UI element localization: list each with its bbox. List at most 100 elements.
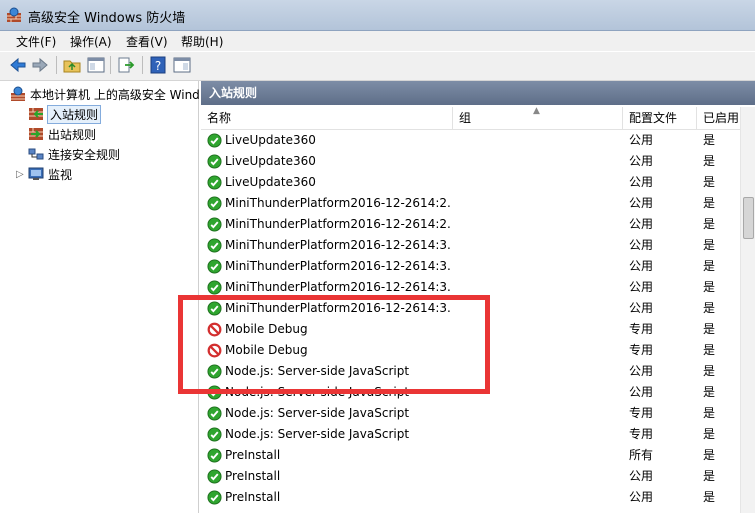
tree-item-outbound-rules[interactable]: 出站规则 [28, 125, 96, 143]
monitor-icon [28, 167, 44, 180]
table-row[interactable]: Node.js: Server-side JavaScript 公用 是 [201, 382, 741, 403]
rule-enabled: 是 [703, 175, 716, 189]
toolbar-separator [110, 56, 111, 74]
menu-view[interactable]: 查看(V) [126, 33, 168, 50]
rule-profile: 公用 [629, 238, 654, 252]
rule-enabled: 是 [703, 259, 716, 273]
table-row[interactable]: Mobile Debug 专用 是 [201, 340, 741, 361]
enabled-allow-icon [207, 490, 222, 505]
rule-profile: 专用 [629, 406, 654, 420]
table-row[interactable]: MiniThunderPlatform2016-12-2614:3... 公用 是 [201, 277, 741, 298]
vertical-scrollbar[interactable] [740, 107, 755, 513]
column-header-name[interactable]: 名称 [201, 107, 453, 129]
tree-item-monitoring[interactable]: ▷ 监视 [16, 165, 72, 183]
show-hide-action-pane-icon[interactable] [172, 55, 192, 75]
rule-name: PreInstall [225, 490, 281, 504]
rule-name: LiveUpdate360 [225, 133, 316, 147]
rule-name: Node.js: Server-side JavaScript [225, 406, 410, 420]
column-header-group[interactable]: 组 ▲ [453, 106, 623, 129]
firewall-computer-icon [11, 86, 25, 101]
scrollbar-thumb[interactable] [743, 197, 754, 239]
column-header-group-label: 组 [459, 111, 472, 125]
expand-arrow-icon[interactable]: ▷ [16, 169, 28, 180]
table-row[interactable]: MiniThunderPlatform2016-12-2614:2... 公用 是 [201, 193, 741, 214]
table-row[interactable]: Node.js: Server-side JavaScript 专用 是 [201, 403, 741, 424]
show-hide-tree-icon[interactable] [86, 55, 106, 75]
table-row[interactable]: LiveUpdate360 公用 是 [201, 151, 741, 172]
svg-text:?: ? [155, 59, 161, 73]
rule-name: MiniThunderPlatform2016-12-2614:3... [225, 238, 451, 252]
table-row[interactable]: PreInstall 所有 是 [201, 445, 741, 466]
table-row[interactable]: MiniThunderPlatform2016-12-2614:3... 公用 是 [201, 298, 741, 319]
rule-name: Mobile Debug [225, 322, 308, 336]
rule-profile: 公用 [629, 364, 654, 378]
tree-root-label: 本地计算机 上的高级安全 Wind [30, 87, 200, 102]
rule-name: LiveUpdate360 [225, 154, 316, 168]
rule-name: PreInstall [225, 469, 281, 483]
up-folder-icon[interactable] [62, 55, 82, 75]
rule-name: MiniThunderPlatform2016-12-2614:2... [225, 217, 451, 231]
rule-profile: 公用 [629, 280, 654, 294]
enabled-allow-icon [207, 280, 222, 295]
firewall-app-icon [7, 7, 21, 22]
enabled-allow-icon [207, 469, 222, 484]
table-row[interactable]: Node.js: Server-side JavaScript 专用 是 [201, 424, 741, 445]
inbound-rules-icon [29, 108, 43, 120]
help-icon[interactable]: ? [148, 55, 168, 75]
title-bar: 高级安全 Windows 防火墙 [0, 0, 755, 31]
enabled-allow-icon [207, 217, 222, 232]
menu-file[interactable]: 文件(F) [16, 33, 56, 50]
forward-arrow-icon[interactable] [30, 55, 50, 75]
table-row[interactable]: MiniThunderPlatform2016-12-2614:3... 公用 是 [201, 235, 741, 256]
rule-profile: 专用 [629, 427, 654, 441]
rule-name: MiniThunderPlatform2016-12-2614:3... [225, 301, 451, 315]
rule-name: Node.js: Server-side JavaScript [225, 364, 410, 378]
tree-item-label: 入站规则 [46, 104, 102, 124]
export-list-icon[interactable] [116, 55, 136, 75]
rule-name: MiniThunderPlatform2016-12-2614:2... [225, 196, 451, 210]
enabled-allow-icon [207, 427, 222, 442]
table-row[interactable]: Mobile Debug 专用 是 [201, 319, 741, 340]
rule-enabled: 是 [703, 427, 716, 441]
tree-item-label: 连接安全规则 [48, 147, 121, 162]
rule-profile: 公用 [629, 175, 654, 189]
menu-help[interactable]: 帮助(H) [181, 33, 223, 50]
rule-profile: 公用 [629, 133, 654, 147]
sort-ascending-icon: ▲ [533, 106, 540, 116]
rule-profile: 公用 [629, 196, 654, 210]
column-header-profile[interactable]: 配置文件 [623, 107, 697, 129]
rule-profile: 公用 [629, 301, 654, 315]
back-arrow-icon[interactable] [8, 55, 28, 75]
column-header-enabled[interactable]: 已启用 [697, 107, 741, 129]
results-pane: 入站规则 名称 组 ▲ 配置文件 已启用 LiveUpdate360 公用是 Liv… [201, 81, 755, 513]
table-row[interactable]: Node.js: Server-side JavaScript 公用 是 [201, 361, 741, 382]
table-row[interactable]: MiniThunderPlatform2016-12-2614:2... 公用 是 [201, 214, 741, 235]
tree-item-connection-security-rules[interactable]: 连接安全规则 [28, 145, 120, 163]
rule-name: MiniThunderPlatform2016-12-2614:3... [225, 280, 451, 294]
table-row[interactable]: PreInstall 公用 是 [201, 466, 741, 487]
enabled-allow-icon [207, 385, 222, 400]
table-row[interactable]: MiniThunderPlatform2016-12-2614:3... 公用 是 [201, 256, 741, 277]
tree-item-label: 监视 [48, 167, 73, 182]
menu-action[interactable]: 操作(A) [70, 33, 112, 50]
table-row[interactable]: LiveUpdate360 公用 是 [201, 172, 741, 193]
connection-security-icon [28, 148, 44, 160]
rule-name: LiveUpdate360 [225, 175, 316, 189]
enabled-allow-icon [207, 406, 222, 421]
enabled-allow-icon [207, 364, 222, 379]
tree-root-local-computer[interactable]: 本地计算机 上的高级安全 Wind [10, 85, 200, 103]
rule-enabled: 是 [703, 343, 716, 357]
rule-enabled: 是 [703, 217, 716, 231]
rule-name: Mobile Debug [225, 343, 308, 357]
rule-profile: 专用 [629, 322, 654, 336]
outbound-rules-icon [29, 128, 43, 140]
rule-profile: 公用 [629, 490, 654, 504]
rule-enabled: 是 [703, 490, 716, 504]
enabled-allow-icon [207, 133, 222, 148]
enabled-allow-icon [207, 301, 222, 316]
rule-enabled: 是 [703, 154, 716, 168]
tree-item-inbound-rules[interactable]: 入站规则 [28, 104, 102, 124]
enabled-allow-icon [207, 448, 222, 463]
table-row[interactable]: LiveUpdate360 公用 是 [201, 130, 741, 151]
table-row[interactable]: PreInstall 公用 是 [201, 487, 741, 508]
